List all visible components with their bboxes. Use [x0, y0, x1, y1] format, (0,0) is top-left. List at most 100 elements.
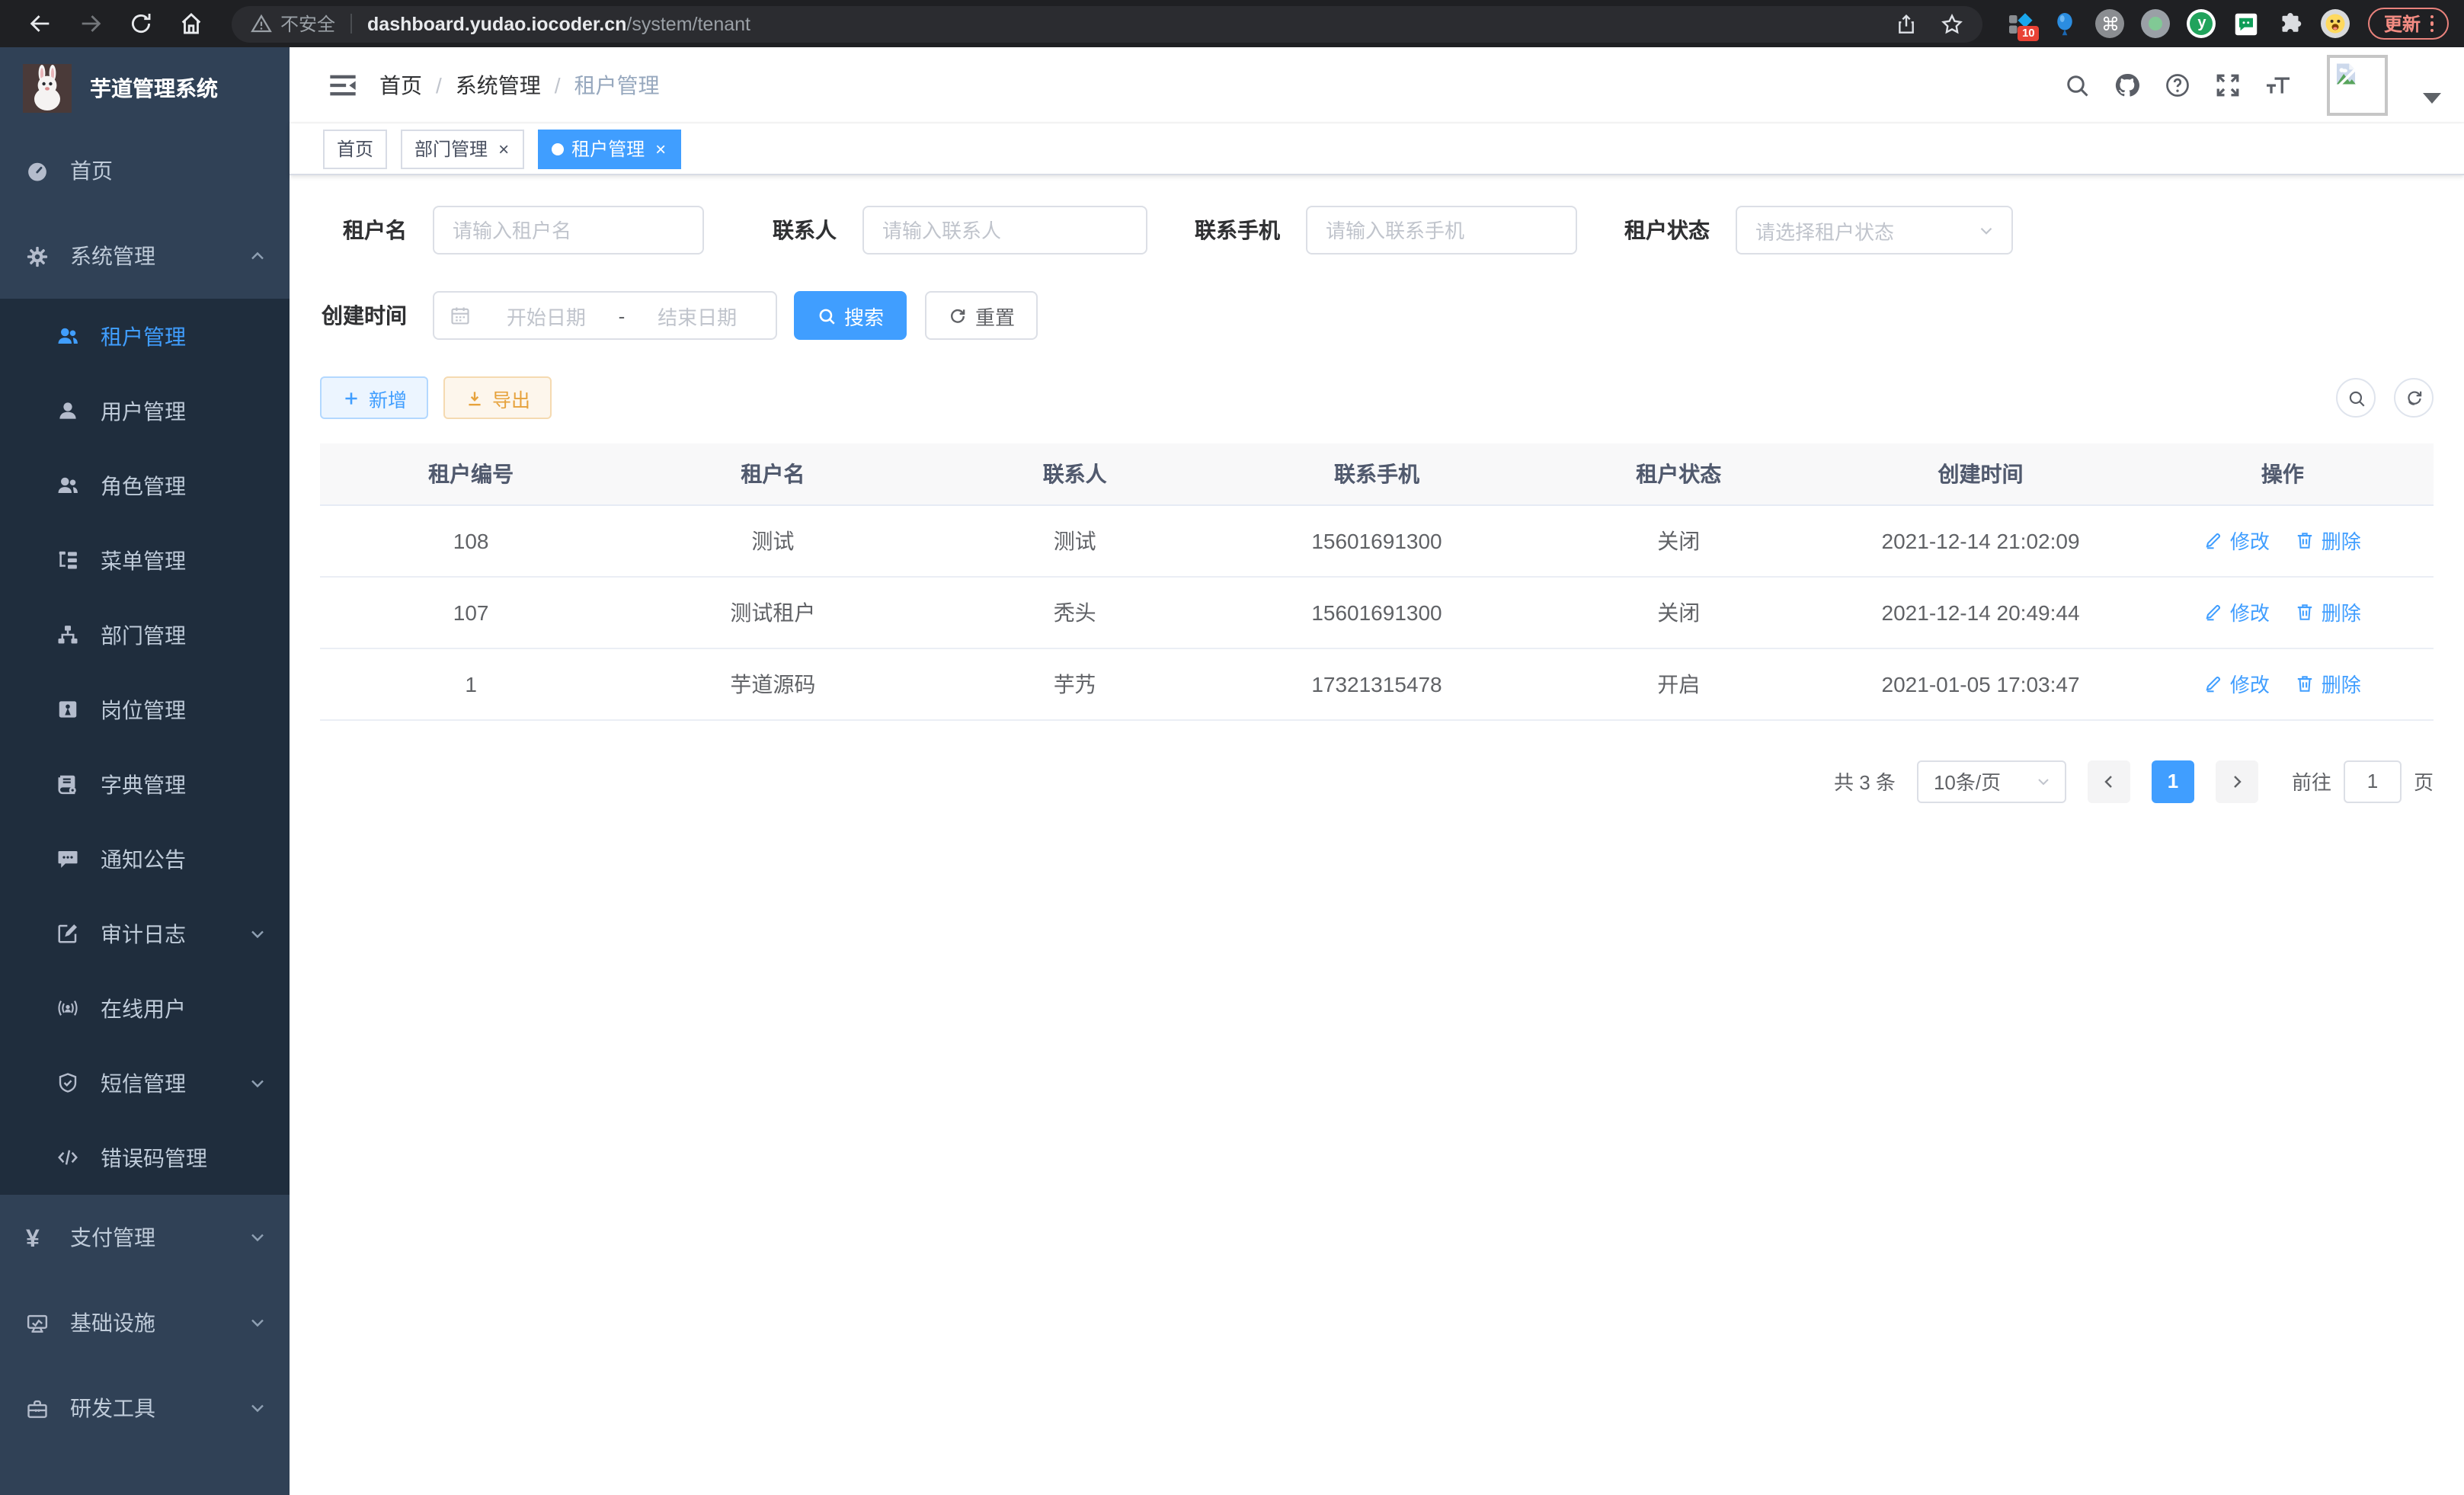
sidebar-item-system[interactable]: 系统管理	[0, 213, 290, 299]
extension-dot-icon[interactable]	[2142, 9, 2171, 38]
sidebar-item-label: 岗位管理	[101, 694, 267, 725]
breadcrumb-item[interactable]: 首页	[379, 69, 422, 100]
extensions-puzzle-icon[interactable]	[2277, 10, 2305, 37]
sidebar-item-home[interactable]: 首页	[0, 128, 290, 213]
close-icon[interactable]: ×	[497, 139, 510, 158]
prev-page-button[interactable]	[2088, 760, 2130, 802]
font-size-icon[interactable]	[2264, 71, 2292, 98]
table-row: 1 芋道源码 芋艿 17321315478 开启 2021-01-05 17:0…	[320, 648, 2434, 719]
top-navbar: 首页/系统管理/租户管理	[290, 47, 2464, 123]
profile-avatar-icon[interactable]	[2322, 9, 2350, 38]
close-icon[interactable]: ×	[654, 139, 667, 158]
status-select[interactable]: 请选择租户状态	[1736, 206, 2013, 255]
date-range-separator: -	[610, 304, 635, 327]
contact-input[interactable]	[862, 206, 1147, 255]
tenant-name-input[interactable]	[433, 206, 704, 255]
sidebar-item-dev-tool[interactable]: 研发工具	[0, 1365, 290, 1451]
end-date-placeholder: 结束日期	[634, 301, 760, 330]
edit-button[interactable]: 修改	[2204, 526, 2270, 555]
edit-button[interactable]: 修改	[2204, 597, 2270, 626]
tag-home[interactable]: 首页	[323, 129, 387, 168]
broken-image-icon	[2333, 60, 2359, 86]
url-bar[interactable]: 不安全 dashboard.yudao.iocoder.cn/system/te…	[232, 5, 1983, 42]
sidebar-item-sms[interactable]: 短信管理	[0, 1045, 290, 1120]
user-avatar[interactable]	[2327, 54, 2388, 115]
browser-update-button[interactable]: 更新	[2369, 8, 2449, 40]
sidebar-item-audit-log[interactable]: 审计日志	[0, 896, 290, 971]
table-header-row: 租户编号租户名联系人联系手机租户状态创建时间操作	[320, 443, 2434, 504]
refresh-table-button[interactable]	[2394, 378, 2434, 418]
users-icon	[56, 325, 79, 347]
forward-icon[interactable]	[78, 11, 104, 37]
reset-button[interactable]: 重置	[925, 291, 1038, 340]
table-body: 108 测试 测试 15601691300 关闭 2021-12-14 21:0…	[320, 504, 2434, 719]
calendar-icon	[450, 305, 471, 326]
cell-status: 关闭	[1528, 504, 1829, 576]
sidebar-item-menu[interactable]: 菜单管理	[0, 523, 290, 597]
bookmark-star-icon[interactable]	[1941, 11, 1965, 36]
chevron-down-icon	[248, 1228, 267, 1247]
avatar-caret-icon[interactable]	[2423, 93, 2441, 104]
tag-tenant[interactable]: 租户管理 ×	[538, 129, 681, 168]
page-size-select[interactable]: 10条/页	[1917, 760, 2066, 802]
sidebar-item-tenant[interactable]: 租户管理	[0, 299, 290, 373]
browser-chrome: 不安全 dashboard.yudao.iocoder.cn/system/te…	[0, 0, 2464, 47]
sidebar-item-dict[interactable]: 字典管理	[0, 747, 290, 821]
sidebar-item-user[interactable]: 用户管理	[0, 373, 290, 448]
dashboard-icon	[26, 159, 49, 182]
not-secure-warning-icon[interactable]	[250, 12, 273, 35]
help-icon[interactable]	[2164, 71, 2191, 98]
status-label: 租户状态	[1623, 215, 1710, 245]
breadcrumb: 首页/系统管理/租户管理	[379, 69, 660, 100]
back-icon[interactable]	[27, 11, 53, 37]
sidebar-item-post[interactable]: 岗位管理	[0, 672, 290, 747]
breadcrumb-item[interactable]: 系统管理	[456, 69, 541, 100]
browser-menu-icon[interactable]	[2430, 15, 2434, 33]
delete-button[interactable]: 删除	[2296, 526, 2361, 555]
sidebar-item-online-user[interactable]: 在线用户	[0, 971, 290, 1045]
page-number-1[interactable]: 1	[2152, 760, 2194, 802]
cell-created-at: 2021-12-14 21:02:09	[1829, 504, 2131, 576]
sidebar-item-pay[interactable]: ¥ 支付管理	[0, 1195, 290, 1280]
share-icon[interactable]	[1895, 11, 1919, 36]
extension-chat-icon[interactable]	[2233, 10, 2261, 37]
tenant-name-label: 租户名	[320, 215, 407, 245]
sidebar-item-dept[interactable]: 部门管理	[0, 597, 290, 672]
export-button[interactable]: 导出	[443, 376, 552, 419]
hamburger-icon[interactable]	[328, 69, 358, 100]
extensions-area: 10 ⌘ y	[2008, 9, 2350, 38]
delete-button[interactable]: 删除	[2296, 597, 2361, 626]
breadcrumb-item: 租户管理	[574, 69, 660, 100]
mobile-input[interactable]	[1306, 206, 1577, 255]
extension-y-icon[interactable]: y	[2187, 9, 2216, 38]
breadcrumb-separator: /	[555, 72, 561, 97]
monitor-icon	[26, 1311, 49, 1334]
home-icon[interactable]	[178, 11, 204, 37]
sidebar-item-role[interactable]: 角色管理	[0, 448, 290, 523]
extension-diamond-icon[interactable]: 10	[2008, 10, 2035, 37]
tag-dept[interactable]: 部门管理 ×	[401, 129, 524, 168]
search-button[interactable]: 搜索	[794, 291, 907, 340]
reload-icon[interactable]	[128, 11, 154, 37]
cell-contact: 芋艿	[924, 648, 1226, 719]
edit-button[interactable]: 修改	[2204, 669, 2270, 698]
logo[interactable]: 芋道管理系统	[0, 47, 290, 128]
next-page-button[interactable]	[2216, 760, 2258, 802]
add-button[interactable]: 新增	[320, 376, 428, 419]
extension-command-icon[interactable]: ⌘	[2096, 9, 2125, 38]
security-label[interactable]: 不安全	[280, 11, 335, 37]
delete-button[interactable]: 删除	[2296, 669, 2361, 698]
extension-balloon-icon[interactable]	[2052, 10, 2079, 37]
create-time-range-picker[interactable]: 开始日期 - 结束日期	[433, 291, 777, 340]
search-icon[interactable]	[2063, 71, 2091, 98]
chevron-down-icon	[2034, 772, 2053, 790]
sidebar-item-infra[interactable]: 基础设施	[0, 1280, 290, 1365]
sidebar-item-notice[interactable]: 通知公告	[0, 821, 290, 896]
fullscreen-icon[interactable]	[2214, 71, 2242, 98]
show-search-button[interactable]	[2336, 378, 2376, 418]
goto-page-input[interactable]	[2344, 760, 2402, 802]
tags-view: 首页 部门管理 × 租户管理 ×	[290, 123, 2464, 175]
sidebar-item-error-code[interactable]: 错误码管理	[0, 1120, 290, 1195]
start-date-placeholder: 开始日期	[483, 301, 610, 330]
github-icon[interactable]	[2114, 71, 2141, 98]
